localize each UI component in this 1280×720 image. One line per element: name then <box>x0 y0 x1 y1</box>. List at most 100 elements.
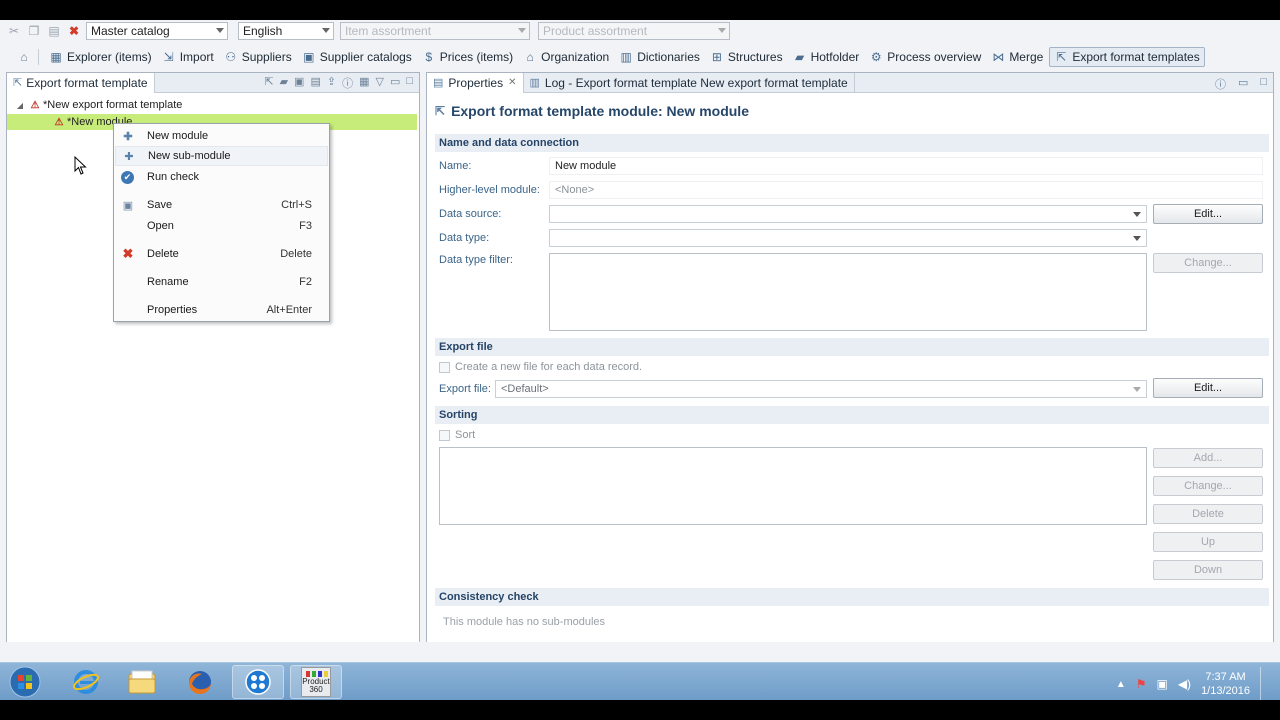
firefox-icon <box>188 671 211 695</box>
sort-checkbox[interactable]: Sort <box>439 429 475 441</box>
monitor-icon[interactable]: ▣ <box>1156 677 1167 691</box>
toolbar-merge[interactable]: ⋈ Merge <box>987 47 1047 67</box>
network-icon[interactable]: ⚑ <box>1136 677 1147 691</box>
export-format-templates-icon: ⇱ <box>1056 50 1067 64</box>
export-file-label: Export file: <box>439 383 491 395</box>
create-file-checkbox[interactable]: Create a new file for each data record. <box>439 361 642 373</box>
checkbox-box[interactable] <box>439 361 450 373</box>
toolbar-dictionaries[interactable]: ▥ Dictionaries <box>615 47 704 67</box>
toolbar-structures[interactable]: ⊞ Structures <box>706 47 787 67</box>
section-name-data-connection: Name and data connection <box>435 134 1269 152</box>
menu-item-delete[interactable]: ✖ Delete Delete <box>115 244 328 264</box>
toolbar-export-format-templates[interactable]: ⇱ Export format templates <box>1049 47 1205 67</box>
left-panel-tabbar: ⇱ Export format template ⇱ ▰ ▣ ▤ ⇪ ⓘ ▦ ▽… <box>7 72 419 93</box>
menu-item-open[interactable]: Open F3 <box>115 216 328 236</box>
toolbar-explorer-items[interactable]: ▦ Explorer (items) <box>45 47 156 67</box>
explorer-icon: ▦ <box>50 50 62 64</box>
menu-item-new-module[interactable]: ✚ New module <box>115 126 328 146</box>
sort-change-button[interactable]: Change... <box>1153 476 1263 496</box>
supplier-catalogs-icon: ▣ <box>303 50 315 64</box>
delete-x-icon: ✖ <box>122 246 134 261</box>
menu-item-properties[interactable]: Properties Alt+Enter <box>115 300 328 320</box>
page-title: ⇱ Export format template module: New mod… <box>435 103 749 119</box>
section-consistency-check: Consistency check <box>435 588 1269 606</box>
top-toolbar: ✂ ❐ ▤ ✖ Master catalog English Item asso… <box>0 20 1280 42</box>
toolbar-prices-items[interactable]: $ Prices (items) <box>418 47 517 67</box>
taskbar-firefox[interactable] <box>174 665 226 699</box>
menu-item-rename[interactable]: Rename F2 <box>115 272 328 292</box>
show-desktop-button[interactable] <box>1260 667 1272 701</box>
taskbar-app-running[interactable] <box>232 665 284 699</box>
copy-icon[interactable]: ❐ <box>26 23 42 39</box>
language-select[interactable]: English <box>238 22 334 40</box>
export-icon[interactable]: ⇪ <box>327 75 336 91</box>
sort-up-button[interactable]: Up <box>1153 532 1263 552</box>
export-file-select[interactable]: <Default> <box>495 380 1147 398</box>
cut-icon[interactable]: ✂ <box>6 23 22 39</box>
data-type-filter-box[interactable] <box>549 253 1147 331</box>
tree-root-item[interactable]: ◢ ⚠ *New export format template <box>15 97 182 113</box>
suppliers-icon: ⚇ <box>225 50 237 64</box>
sort-add-button[interactable]: Add... <box>1153 448 1263 468</box>
home-icon[interactable]: ⌂ <box>16 49 32 65</box>
paste-icon[interactable]: ▤ <box>46 23 62 39</box>
sort-delete-button[interactable]: Delete <box>1153 504 1263 524</box>
toolbar-import[interactable]: ⇲ Import <box>158 47 218 67</box>
maximize-icon[interactable]: □ <box>406 75 413 91</box>
item-assortment-select[interactable]: Item assortment <box>340 22 530 40</box>
open-folder-icon[interactable]: ▰ <box>280 75 288 91</box>
folder-icon <box>128 670 156 694</box>
menu-item-run-check[interactable]: ✔ Run check <box>115 167 328 187</box>
close-icon[interactable]: ✕ <box>508 77 516 88</box>
show-hidden-icons-icon[interactable]: ▲ <box>1116 679 1126 690</box>
name-label: Name: <box>439 160 472 172</box>
toolbar-process-overview[interactable]: ⚙ Process overview <box>865 47 985 67</box>
minimize-icon[interactable]: ▭ <box>390 75 400 91</box>
maximize-icon[interactable]: □ <box>1260 76 1267 92</box>
log-icon: ▥ <box>529 77 540 89</box>
view-menu-icon[interactable]: ▽ <box>375 75 383 91</box>
product360-logo-bars <box>306 671 328 677</box>
export-file-edit-button[interactable]: Edit... <box>1153 378 1263 398</box>
tab-log[interactable]: ▥ Log - Export format template New expor… <box>524 72 855 93</box>
data-type-select[interactable] <box>549 229 1147 247</box>
taskbar-file-explorer[interactable] <box>116 665 168 699</box>
sort-down-button[interactable]: Down <box>1153 560 1263 580</box>
toolbar-suppliers[interactable]: ⚇ Suppliers <box>220 47 296 67</box>
data-source-select[interactable] <box>549 205 1147 223</box>
application-window: ✂ ❐ ▤ ✖ Master catalog English Item asso… <box>0 20 1280 662</box>
windows-taskbar: Product 360 ▲ ⚑ ▣ ◀) 7:37 AM 1/13/2016 <box>0 662 1280 701</box>
tab-properties[interactable]: ▤ Properties ✕ <box>427 72 524 93</box>
minimize-icon[interactable]: ▭ <box>1238 76 1248 92</box>
tab-export-format-template[interactable]: ⇱ Export format template <box>7 72 155 93</box>
product-assortment-select[interactable]: Product assortment <box>538 22 730 40</box>
data-type-filter-change-button[interactable]: Change... <box>1153 253 1263 273</box>
menu-item-new-sub-module[interactable]: ✚ New sub-module <box>115 146 328 166</box>
volume-icon[interactable]: ◀) <box>1178 677 1191 691</box>
list-icon[interactable]: ▦ <box>359 75 369 91</box>
collapse-icon[interactable]: ◢ <box>15 101 25 110</box>
right-panel-tabbar: ▤ Properties ✕ ▥ Log - Export format tem… <box>427 72 1273 93</box>
warning-icon: ⚠ <box>30 99 40 111</box>
save-all-icon[interactable]: ▤ <box>310 75 320 91</box>
help-icon[interactable]: ⓘ <box>342 75 353 91</box>
start-button[interactable] <box>6 665 44 699</box>
menu-item-save[interactable]: ▣ Save Ctrl+S <box>115 195 328 215</box>
catalog-select[interactable]: Master catalog <box>86 22 228 40</box>
name-field[interactable]: New module <box>549 157 1263 175</box>
toolbar-organization[interactable]: ⌂ Organization <box>519 47 613 67</box>
toolbar-hotfolder[interactable]: ▰ Hotfolder <box>789 47 864 67</box>
section-export-file: Export file <box>435 338 1269 356</box>
sorting-list[interactable] <box>439 447 1147 525</box>
delete-icon[interactable]: ✖ <box>66 23 82 39</box>
mouse-cursor-icon <box>74 156 87 175</box>
taskbar-product360[interactable]: Product 360 <box>290 665 342 699</box>
checkbox-box[interactable] <box>439 429 450 441</box>
new-template-icon[interactable]: ⇱ <box>264 75 273 91</box>
clock[interactable]: 7:37 AM 1/13/2016 <box>1201 670 1250 698</box>
data-source-edit-button[interactable]: Edit... <box>1153 204 1263 224</box>
save-icon[interactable]: ▣ <box>294 75 304 91</box>
taskbar-internet-explorer[interactable] <box>60 665 112 699</box>
toolbar-supplier-catalogs[interactable]: ▣ Supplier catalogs <box>298 47 416 67</box>
help-icon[interactable]: ⓘ <box>1215 76 1226 92</box>
